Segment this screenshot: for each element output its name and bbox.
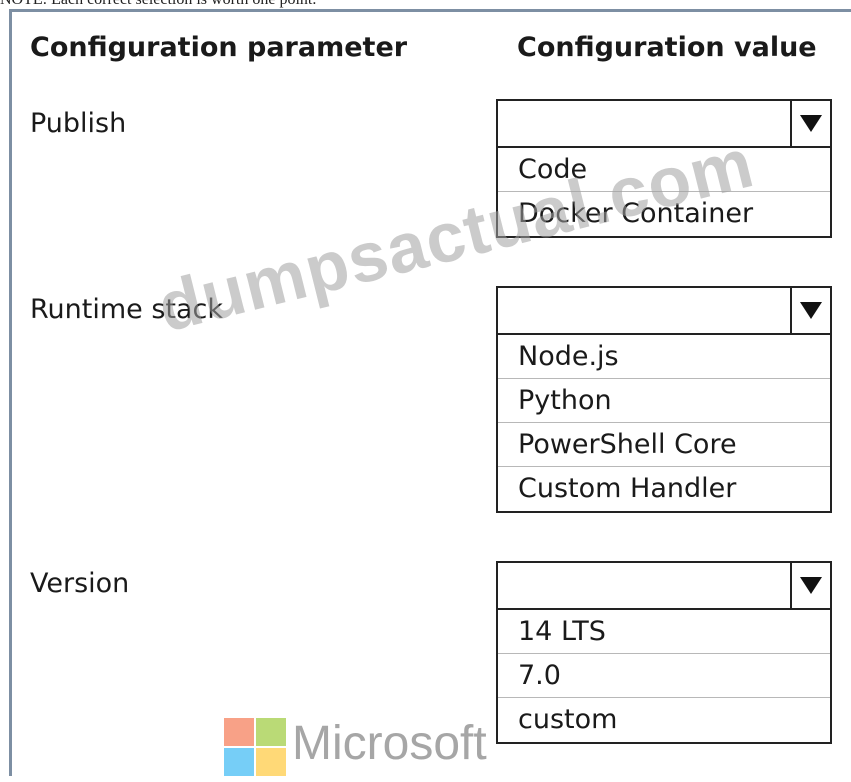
microsoft-logo-icon bbox=[224, 718, 288, 782]
label-publish: Publish bbox=[30, 108, 127, 139]
logo-square-green bbox=[256, 718, 286, 746]
dropdown-publish-selected[interactable] bbox=[498, 101, 830, 148]
option-python[interactable]: Python bbox=[498, 379, 830, 423]
dropdown-version[interactable]: 14 LTS 7.0 custom bbox=[496, 561, 832, 744]
top-note: NOTE: Each correct selection is worth on… bbox=[0, 0, 851, 9]
logo-square-red bbox=[224, 718, 254, 746]
option-14-lts[interactable]: 14 LTS bbox=[498, 610, 830, 654]
header-configuration-parameter: Configuration parameter bbox=[30, 32, 408, 63]
triangle-down-icon bbox=[800, 302, 822, 319]
dropdown-publish[interactable]: Code Docker Container bbox=[496, 99, 832, 238]
option-docker-container[interactable]: Docker Container bbox=[498, 192, 830, 236]
logo-square-yellow bbox=[256, 748, 286, 776]
dropdown-runtime-stack-selected[interactable] bbox=[498, 288, 830, 335]
triangle-down-icon bbox=[800, 115, 822, 132]
option-7-0[interactable]: 7.0 bbox=[498, 654, 830, 698]
logo-square-blue bbox=[224, 748, 254, 776]
microsoft-wordmark: Microsoft bbox=[292, 717, 487, 770]
label-version: Version bbox=[30, 568, 130, 599]
dropdown-version-toggle[interactable] bbox=[790, 563, 830, 608]
dropdown-runtime-stack-toggle[interactable] bbox=[790, 288, 830, 333]
dropdown-version-selected[interactable] bbox=[498, 563, 830, 610]
option-custom-handler[interactable]: Custom Handler bbox=[498, 467, 830, 511]
option-code[interactable]: Code bbox=[498, 148, 830, 192]
header-configuration-value: Configuration value bbox=[517, 32, 817, 63]
label-runtime-stack: Runtime stack bbox=[30, 294, 224, 325]
triangle-down-icon bbox=[800, 577, 822, 594]
dropdown-runtime-stack[interactable]: Node.js Python PowerShell Core Custom Ha… bbox=[496, 286, 832, 513]
option-powershell-core[interactable]: PowerShell Core bbox=[498, 423, 830, 467]
option-custom[interactable]: custom bbox=[498, 698, 830, 742]
option-nodejs[interactable]: Node.js bbox=[498, 335, 830, 379]
dropdown-publish-toggle[interactable] bbox=[790, 101, 830, 146]
